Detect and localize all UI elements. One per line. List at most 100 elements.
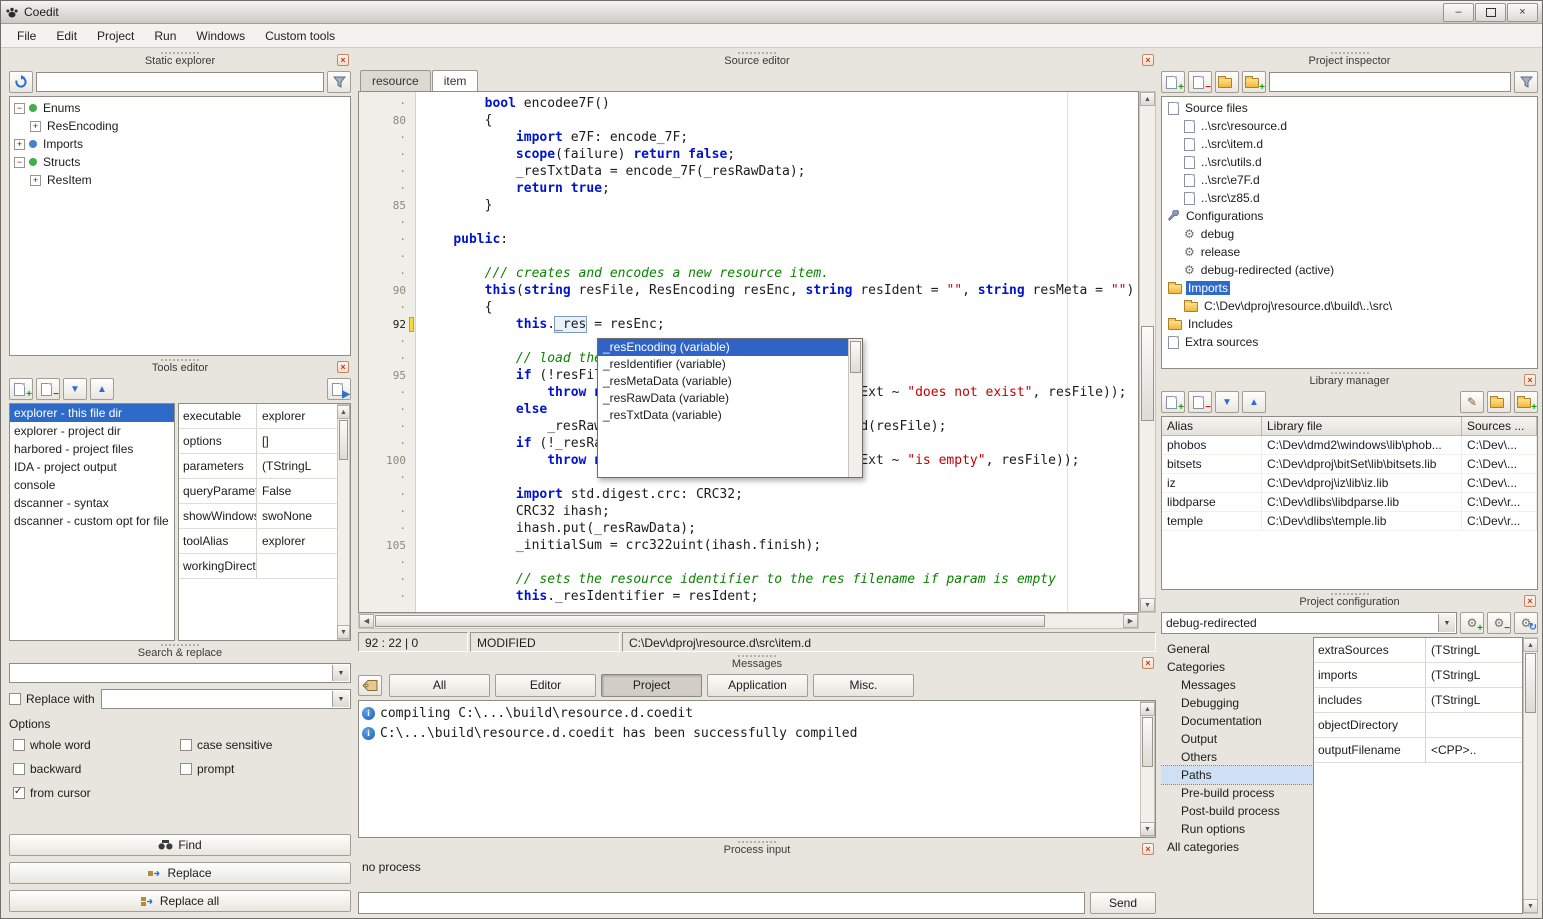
tool-prop-key[interactable]: executable [179,404,257,428]
config-prop-value[interactable]: <CPP>.. [1426,738,1522,762]
config-prop-key[interactable]: extraSources [1314,638,1426,662]
message-category-button[interactable] [358,675,382,696]
category-debugging[interactable]: Debugging [1161,694,1313,712]
scroll-up-icon[interactable]: ▲ [1140,92,1155,106]
minimize-button[interactable]: – [1443,3,1474,22]
config-prop-value[interactable]: (TStringL [1426,663,1522,687]
tool-prop-value[interactable]: [] [257,429,337,453]
inspector-item-imports[interactable]: Imports [1162,279,1537,297]
scroll-right-icon[interactable]: ▶ [1123,614,1138,628]
library-column-header[interactable]: Sources ... [1462,417,1537,436]
library-row[interactable]: phobosC:\Dev\dmd2\windows\lib\phob...C:\… [1162,436,1537,455]
config-prop-key[interactable]: imports [1314,663,1426,687]
configuration-selector[interactable]: debug-redirected ▼ [1161,612,1457,634]
menu-edit[interactable]: Edit [46,25,87,47]
library-column-header[interactable]: Alias [1162,417,1262,436]
checkbox-unchecked-icon[interactable] [180,739,192,751]
filter-all-button[interactable]: All [389,674,490,697]
category-output[interactable]: Output [1161,730,1313,748]
option-case-sensitive[interactable]: case sensitive [180,737,347,753]
tool-prop-value[interactable]: swoNone [257,504,337,528]
replace-button[interactable]: Replace [9,862,351,884]
titlebar[interactable]: Coedit – × [1,1,1542,24]
category-pre-build-process[interactable]: Pre-build process [1161,784,1313,802]
execute-tool-button[interactable]: ▶ [327,378,351,400]
option-whole-word[interactable]: whole word [13,737,180,753]
scrollbar-thumb[interactable] [850,341,861,373]
static-tree-item[interactable]: −Enums [10,99,350,117]
messages-scrollbar[interactable]: ▲ ▼ [1140,701,1155,837]
category-general[interactable]: General [1161,640,1313,658]
scroll-up-icon[interactable]: ▲ [337,405,350,419]
remove-tool-button[interactable]: − [36,378,60,400]
replace-term-combo[interactable]: ▼ [101,689,351,709]
option-from-cursor[interactable]: from cursor [13,785,180,801]
category-documentation[interactable]: Documentation [1161,712,1313,730]
tree-expander-icon[interactable]: + [30,121,41,132]
checkbox-unchecked-icon[interactable] [180,763,192,775]
tree-expander-icon[interactable]: + [30,175,41,186]
static-tree-item[interactable]: +ResItem [10,171,350,189]
tool-prop-key[interactable]: showWindows [179,504,257,528]
remove-configuration-button[interactable]: ⚙− [1487,612,1511,634]
tool-prop-key[interactable]: toolAlias [179,529,257,553]
replace-all-button[interactable]: Replace all [9,890,351,912]
tool-list-item[interactable]: dscanner - custom opt for file [10,512,174,530]
close-panel-button[interactable]: × [337,361,349,373]
completion-item[interactable]: _resMetaData (variable) [598,373,849,390]
category-run-options[interactable]: Run options [1161,820,1313,838]
category-all-categories[interactable]: All categories [1161,838,1313,856]
completion-item[interactable]: _resTxtData (variable) [598,407,849,424]
category-post-build-process[interactable]: Post-build process [1161,802,1313,820]
menu-run[interactable]: Run [144,25,186,47]
add-library-folder-button[interactable]: + [1514,391,1538,413]
scroll-left-icon[interactable]: ◀ [359,614,374,628]
close-panel-button[interactable]: × [1142,54,1154,66]
config-prop-value[interactable]: (TStringL [1426,688,1522,712]
filter-project-button[interactable]: Project [601,674,702,697]
menu-windows[interactable]: Windows [186,25,255,47]
add-configuration-button[interactable]: ⚙+ [1460,612,1484,634]
scroll-down-icon[interactable]: ▼ [337,625,350,639]
library-row[interactable]: templeC:\Dev\dlibs\temple.libC:\Dev\r... [1162,512,1537,531]
tool-grid-scrollbar[interactable]: ▲ ▼ [337,404,350,640]
filter-misc-button[interactable]: Misc. [813,674,914,697]
scrollbar-thumb[interactable] [375,615,1045,627]
filter-application-button[interactable]: Application [707,674,808,697]
tool-prop-key[interactable]: workingDirect [179,554,257,578]
category-categories[interactable]: Categories [1161,658,1313,676]
find-button[interactable]: Find [9,834,351,856]
checkbox-unchecked-icon[interactable] [9,693,21,705]
tool-prop-value[interactable] [257,554,337,578]
static-tree-item[interactable]: +Imports [10,135,350,153]
inspector-item-release[interactable]: ⚙release [1162,243,1537,261]
category-others[interactable]: Others [1161,748,1313,766]
filter-editor-button[interactable]: Editor [495,674,596,697]
menu-custom-tools[interactable]: Custom tools [255,25,345,47]
tool-list-item[interactable]: explorer - project dir [10,422,174,440]
scrollbar-thumb[interactable] [1525,653,1536,713]
tool-prop-value[interactable]: explorer [257,529,337,553]
close-panel-button[interactable]: × [337,54,349,66]
edit-library-button[interactable]: ✎ [1460,391,1484,413]
inspector-item-configurations[interactable]: Configurations [1162,207,1537,225]
panel-grip[interactable] [738,841,776,843]
library-column-header[interactable]: Library file [1262,417,1462,436]
close-panel-button[interactable]: × [1142,657,1154,669]
editor-vertical-scrollbar[interactable]: ▲ ▼ [1139,91,1156,613]
code-view[interactable]: · bool encodee7F()80 {· import e7F: enco… [358,91,1139,613]
add-source-button[interactable]: + [1161,71,1185,93]
tree-expander-icon[interactable]: + [14,139,25,150]
panel-grip[interactable] [738,655,776,657]
library-row[interactable]: libdparseC:\Dev\dlibs\libdparse.libC:\De… [1162,493,1537,512]
inspector-item-debug-redirected-active[interactable]: ⚙debug-redirected (active) [1162,261,1537,279]
process-input-field[interactable] [358,892,1085,914]
tool-prop-value[interactable]: False [257,479,337,503]
message-row[interactable]: iC:\...\build\resource.d.coedit has been… [359,723,1140,743]
scroll-down-icon[interactable]: ▼ [1523,899,1538,913]
panel-grip[interactable] [1331,372,1369,374]
maximize-button[interactable] [1475,3,1506,22]
add-library-button[interactable]: + [1161,391,1185,413]
inspector-item-src-e7f-d[interactable]: ..\src\e7F.d [1162,171,1537,189]
panel-grip[interactable] [738,52,776,54]
